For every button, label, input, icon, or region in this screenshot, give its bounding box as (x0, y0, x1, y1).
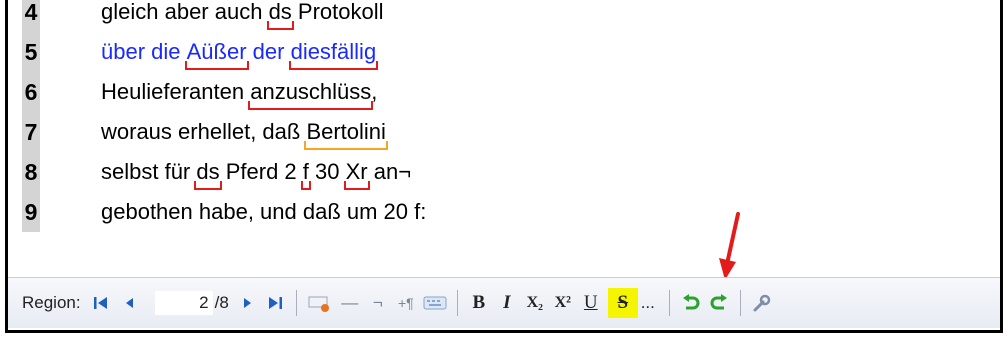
more-formatting-button[interactable]: ... (637, 288, 659, 318)
first-page-icon[interactable] (90, 288, 112, 318)
italic-button[interactable]: I (496, 288, 518, 318)
line-text[interactable]: Heulieferanten anzuschlüss, (101, 72, 377, 112)
word: Pferd 2 (219, 159, 303, 184)
line-number: 8 (22, 152, 40, 192)
redo-icon[interactable] (708, 288, 730, 318)
undo-icon[interactable] (680, 288, 702, 318)
region-toolbar: Region: /8 — ¬ +¶ B I X₂ X² U S .. (8, 277, 1000, 328)
negation-sign-button[interactable]: ¬ (367, 288, 389, 318)
line-text[interactable]: gleich aber auch ds Protokoll (101, 0, 384, 32)
line-text[interactable]: woraus erhellet, daß Bertolini (101, 112, 389, 152)
subscript-button[interactable]: X₂ (524, 288, 546, 318)
line-number: 6 (22, 72, 40, 112)
next-page-icon[interactable] (236, 288, 258, 318)
toolbar-separator (456, 290, 458, 316)
spelling-underlined-word[interactable]: ds (266, 0, 295, 32)
spelling-underlined-word[interactable]: anzuschlüss (248, 72, 374, 112)
text-line: 9 gebothen habe, und daß um 20 f: (8, 192, 1000, 232)
red-arrow-annotation (719, 212, 740, 277)
text-line: 4 gleich aber auch ds Protokoll (8, 0, 1000, 32)
toolbar-separator (295, 290, 297, 316)
word: woraus erhellet, daß (101, 119, 307, 144)
grammar-underlined-word[interactable]: Bertolini (304, 112, 389, 152)
spelling-underlined-word[interactable]: diesfällig (288, 32, 378, 72)
word: über die (101, 39, 187, 64)
spelling-underlined-word[interactable]: Aüßer (184, 32, 249, 72)
word: Heulieferanten (101, 79, 251, 104)
line-text[interactable]: selbst für ds Pferd 2 f 30 Xr an¬ (101, 152, 411, 192)
line-text[interactable]: über die Aüßer der diesfällig (101, 32, 378, 72)
word: 30 (308, 159, 346, 184)
toolbar-separator (739, 290, 741, 316)
superscript-button[interactable]: X² (552, 288, 574, 318)
page-total: /8 (214, 293, 229, 312)
underline-button[interactable]: U (580, 288, 602, 318)
word: selbst für (101, 159, 197, 184)
insert-line-icon[interactable] (307, 288, 333, 318)
line-number: 7 (22, 112, 40, 152)
spelling-underlined-word[interactable]: ds (194, 152, 222, 192)
last-page-icon[interactable] (264, 288, 286, 318)
text-line: 7 woraus erhellet, daß Bertolini (8, 112, 1000, 152)
page-number-input[interactable] (154, 291, 213, 315)
previous-page-icon[interactable] (118, 288, 140, 318)
virtual-keyboard-icon[interactable] (423, 288, 447, 318)
text-line: 6 Heulieferanten anzuschlüss, (8, 72, 1000, 112)
line-text[interactable]: gebothen habe, und daß um 20 f: (101, 192, 426, 232)
word: an¬ (367, 159, 412, 184)
word: der (246, 39, 291, 64)
strikethrough-label: S (617, 292, 629, 313)
dash-button[interactable]: — (339, 288, 361, 318)
add-paragraph-button[interactable]: +¶ (395, 288, 417, 318)
bold-button[interactable]: B (468, 288, 490, 318)
word: gleich aber auch (101, 0, 269, 24)
word: Protokoll (291, 0, 384, 24)
wrench-icon[interactable] (751, 288, 773, 318)
text-editor[interactable]: 4 gleich aber auch ds Protokoll 5 über d… (8, 0, 1000, 277)
spelling-underlined-word[interactable]: f (300, 152, 312, 192)
toolbar-separator (668, 290, 670, 316)
line-number: 5 (22, 32, 40, 72)
line-number: 4 (22, 0, 40, 32)
text-line: 8 selbst für ds Pferd 2 f 30 Xr an¬ (8, 152, 1000, 192)
transcription-panel: 4 gleich aber auch ds Protokoll 5 über d… (5, 0, 1003, 333)
strikethrough-button[interactable]: S (607, 288, 638, 318)
region-label: Region: (22, 293, 81, 312)
spelling-underlined-word[interactable]: Xr (343, 152, 370, 192)
text-line: 5 über die Aüßer der diesfällig (8, 32, 1000, 72)
line-number: 9 (22, 192, 40, 232)
